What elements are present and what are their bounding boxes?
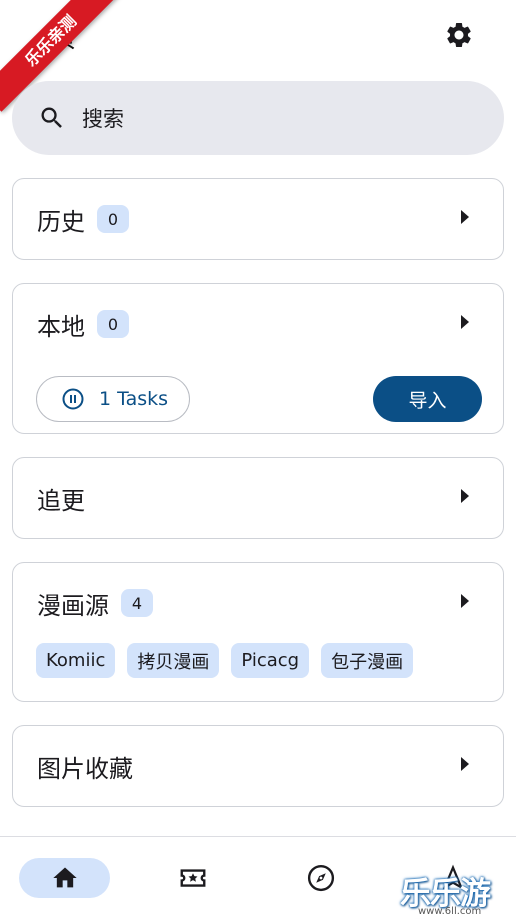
chevron-right-icon (461, 594, 469, 608)
following-title: 追更 (37, 486, 85, 515)
history-card: 历史 0 (12, 178, 504, 260)
sources-title: 漫画源 (37, 591, 109, 620)
image-favorites-title: 图片收藏 (37, 754, 133, 783)
tasks-label: 1 Tasks (99, 388, 169, 410)
source-chip[interactable]: Picacg (231, 643, 310, 678)
nav-explore[interactable] (296, 858, 346, 898)
search-placeholder: 搜索 (82, 107, 124, 131)
tasks-button[interactable]: 1 Tasks (36, 376, 190, 422)
local-count-badge: 0 (97, 310, 129, 338)
chevron-right-icon (461, 210, 469, 224)
local-header[interactable]: 本地 0 (13, 284, 503, 364)
source-chips: Komiic 拷贝漫画 Picacg 包子漫画 (36, 643, 414, 678)
source-chip[interactable]: 拷贝漫画 (127, 643, 220, 678)
bottom-navigation (0, 836, 516, 919)
chevron-right-icon (461, 315, 469, 329)
nav-home[interactable] (19, 858, 110, 898)
chevron-right-icon (461, 489, 469, 503)
home-icon (52, 867, 77, 888)
nav-subscriptions[interactable] (168, 858, 218, 898)
search-icon (41, 107, 62, 128)
history-header[interactable]: 历史 0 (13, 179, 503, 259)
sources-count-badge: 4 (121, 589, 153, 617)
following-card: 追更 (12, 457, 504, 539)
source-chip[interactable]: Komiic (36, 643, 116, 678)
navigation-arrow-icon (442, 864, 464, 890)
settings-button[interactable] (440, 16, 478, 54)
top-app-bar: 页 (0, 0, 516, 72)
pause-circle-icon (62, 388, 84, 410)
page-title: 页 (50, 24, 77, 54)
local-title: 本地 (37, 312, 85, 341)
gear-icon (447, 22, 471, 47)
image-favorites-card: 图片收藏 (12, 725, 504, 807)
history-title: 历史 (37, 207, 85, 236)
sources-card: 漫画源 4 Komiic 拷贝漫画 Picacg 包子漫画 (12, 562, 504, 702)
compass-icon (307, 864, 335, 892)
chevron-right-icon (461, 757, 469, 771)
sources-header[interactable]: 漫画源 4 (13, 563, 503, 643)
history-count-badge: 0 (97, 205, 129, 233)
search-bar[interactable]: 搜索 (12, 81, 504, 155)
source-chip[interactable]: 包子漫画 (321, 643, 414, 678)
ticket-star-icon (180, 869, 206, 887)
local-card: 本地 0 1 Tasks 导入 (12, 283, 504, 434)
image-favorites-header[interactable]: 图片收藏 (13, 726, 503, 806)
nav-more[interactable] (428, 858, 478, 898)
following-header[interactable]: 追更 (13, 458, 503, 538)
import-button[interactable]: 导入 (373, 376, 482, 422)
